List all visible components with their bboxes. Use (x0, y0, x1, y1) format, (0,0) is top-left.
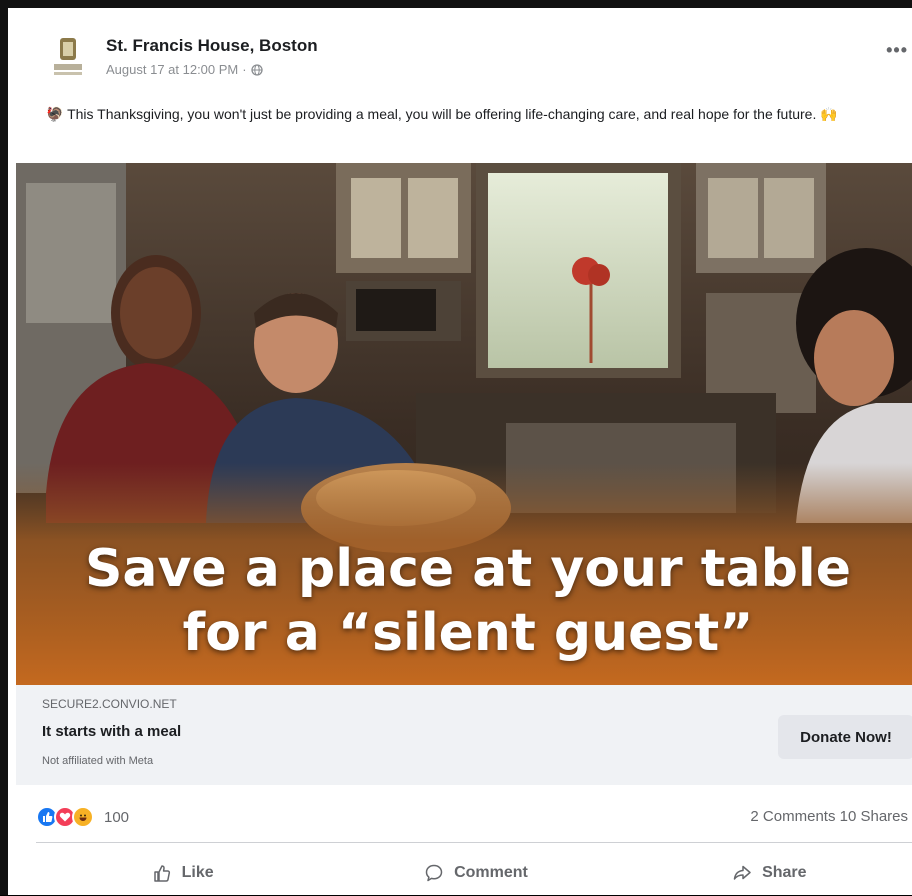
globe-icon (250, 63, 263, 76)
post-timestamp[interactable]: August 17 at 12:00 PM (106, 62, 238, 77)
post-image[interactable]: Save a place at your table for a “silent… (16, 163, 912, 685)
reaction-summary[interactable]: 100 (36, 804, 129, 830)
share-icon (733, 865, 751, 880)
comment-button[interactable]: Comment (329, 850, 622, 896)
comments-shares-count[interactable]: 2 Comments 10 Shares (750, 808, 908, 825)
link-preview[interactable]: SECURE2.CONVIO.NET It starts with a meal… (16, 685, 912, 785)
page-name-link[interactable]: St. Francis House, Boston (106, 36, 318, 56)
post-body-text: This Thanksgiving, you won't just be pro… (67, 106, 817, 122)
haha-icon (72, 806, 94, 828)
more-options-button[interactable]: ••• (886, 40, 908, 61)
comment-icon (425, 864, 443, 882)
raised-hands-emoji: 🙌 (820, 106, 838, 122)
post-header: St. Francis House, Boston August 17 at 1… (38, 28, 908, 88)
post-card: St. Francis House, Boston August 17 at 1… (0, 0, 912, 895)
post-actions: Like Comment Share (36, 850, 912, 896)
turkey-emoji: 🦃 (46, 106, 64, 122)
like-button[interactable]: Like (36, 850, 329, 896)
link-disclaimer: Not affiliated with Meta (42, 755, 154, 767)
comment-label: Comment (454, 864, 528, 881)
link-domain: SECURE2.CONVIO.NET (42, 697, 177, 711)
page-avatar[interactable] (46, 34, 90, 78)
divider (36, 842, 912, 843)
donate-now-button[interactable]: Donate Now! (778, 715, 912, 759)
image-headline-line1: Save a place at your table (84, 539, 852, 599)
like-label: Like (181, 864, 214, 881)
link-title[interactable]: It starts with a meal (42, 723, 181, 740)
image-headline-line2: for a “silent guest” (182, 603, 754, 663)
thumbs-up-icon (153, 865, 170, 882)
share-label: Share (762, 864, 807, 881)
page-logo-icon (54, 38, 82, 75)
post-meta: August 17 at 12:00 PM · (106, 62, 263, 77)
share-button[interactable]: Share (623, 850, 912, 896)
post-text: 🦃 This Thanksgiving, you won't just be p… (46, 104, 896, 125)
reaction-count: 100 (104, 808, 130, 826)
